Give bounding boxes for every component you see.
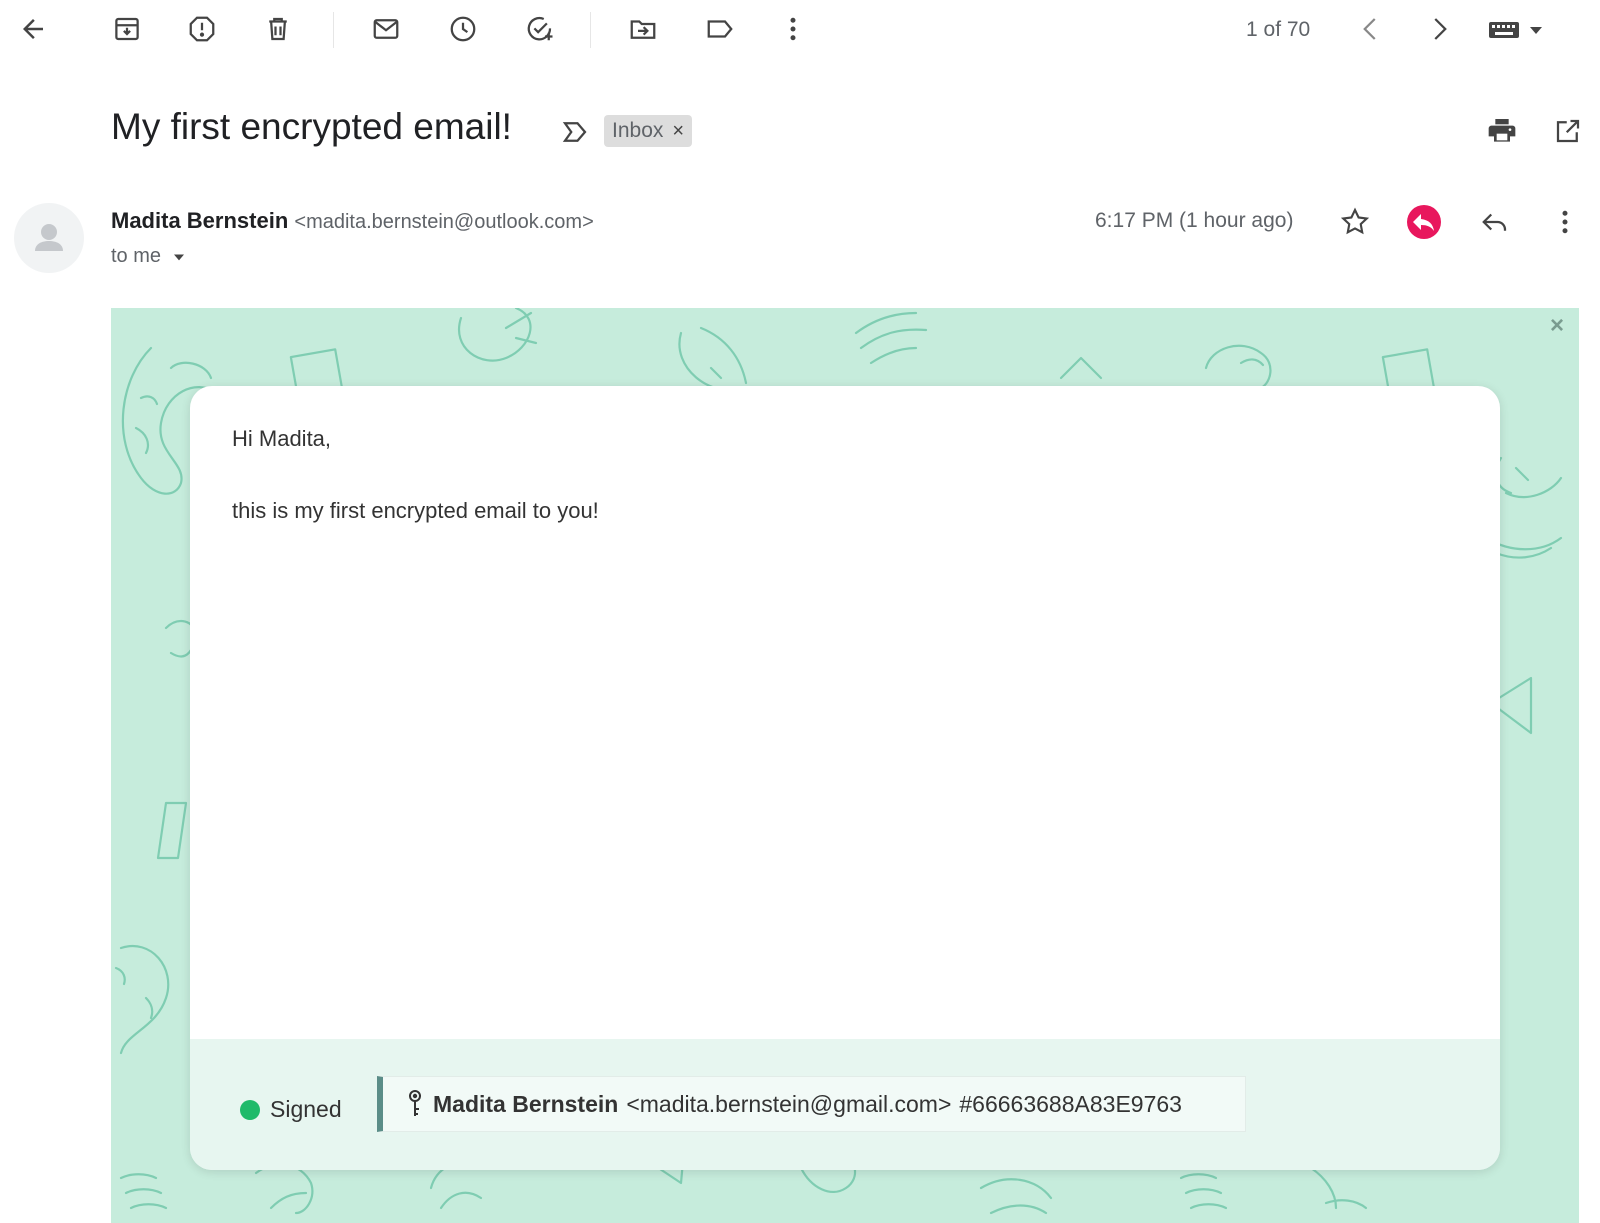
mailvelope-reply-icon[interactable]	[1405, 203, 1443, 241]
message-counter: 1 of 70	[1246, 18, 1311, 41]
sender-name[interactable]: Madita Bernstein	[111, 208, 288, 233]
move-to-icon[interactable]	[624, 10, 662, 48]
open-in-new-window-icon[interactable]	[1549, 112, 1587, 150]
signature-status: Signed	[240, 1096, 342, 1123]
snooze-icon[interactable]	[444, 10, 482, 48]
inbox-label-text: Inbox	[612, 119, 664, 142]
email-timestamp: 6:17 PM (1 hour ago)	[1095, 209, 1294, 232]
print-icon[interactable]	[1483, 112, 1521, 150]
inbox-label-chip: Inbox ×	[604, 115, 693, 147]
important-marker-icon[interactable]	[558, 115, 592, 149]
email-subject: My first encrypted email!	[111, 106, 512, 147]
keyboard-icon[interactable]	[1486, 14, 1522, 46]
label-icon[interactable]	[701, 10, 739, 48]
dropdown-icon[interactable]	[1524, 18, 1548, 42]
sender-avatar	[14, 203, 84, 273]
delete-icon[interactable]	[259, 10, 297, 48]
archive-icon[interactable]	[108, 10, 146, 48]
person-icon	[35, 224, 63, 251]
mark-unread-icon[interactable]	[367, 10, 405, 48]
toolbar-divider	[590, 12, 591, 48]
more-vert-icon[interactable]	[774, 10, 812, 48]
remove-label-button[interactable]: ×	[672, 120, 684, 143]
toolbar-divider	[333, 12, 334, 48]
older-icon[interactable]	[1420, 10, 1458, 48]
back-arrow-icon[interactable]	[14, 10, 52, 48]
recipient-label: to me	[111, 245, 162, 267]
close-encrypted-view-button[interactable]: ×	[1550, 312, 1564, 340]
message-greeting: Hi Madita,	[232, 426, 332, 451]
decrypted-message-body: Hi Madita, this is my first encrypted em…	[232, 420, 1458, 530]
signer-email: <madita.bernstein@gmail.com>	[626, 1090, 952, 1117]
signer-name: Madita Bernstein	[433, 1090, 619, 1117]
sender-line: Madita Bernstein <madita.bernstein@outlo…	[111, 208, 594, 234]
report-spam-icon[interactable]	[183, 10, 221, 48]
recipient-details-toggle[interactable]: to me	[111, 245, 189, 268]
message-text: this is my first encrypted email to you!	[232, 498, 599, 523]
decrypted-message-card: Hi Madita, this is my first encrypted em…	[190, 386, 1500, 1170]
signature-status-label: Signed	[270, 1096, 342, 1122]
signer-key-details[interactable]: Madita Bernstein <madita.bernstein@gmail…	[377, 1076, 1246, 1132]
more-options-icon[interactable]	[1546, 203, 1584, 241]
newer-icon[interactable]	[1352, 10, 1390, 48]
reply-icon[interactable]	[1476, 203, 1514, 241]
signature-footer: Signed Madita Bernstein <madita.bernstei…	[190, 1039, 1500, 1170]
add-to-tasks-icon[interactable]	[521, 10, 559, 48]
sender-email: <madita.bernstein@outlook.com>	[294, 211, 594, 233]
key-icon	[405, 1089, 425, 1119]
star-icon[interactable]	[1336, 203, 1374, 241]
chevron-down-icon[interactable]	[169, 247, 189, 267]
signer-key-id: #66663688A83E9763	[959, 1090, 1182, 1117]
signed-status-dot	[240, 1099, 260, 1120]
